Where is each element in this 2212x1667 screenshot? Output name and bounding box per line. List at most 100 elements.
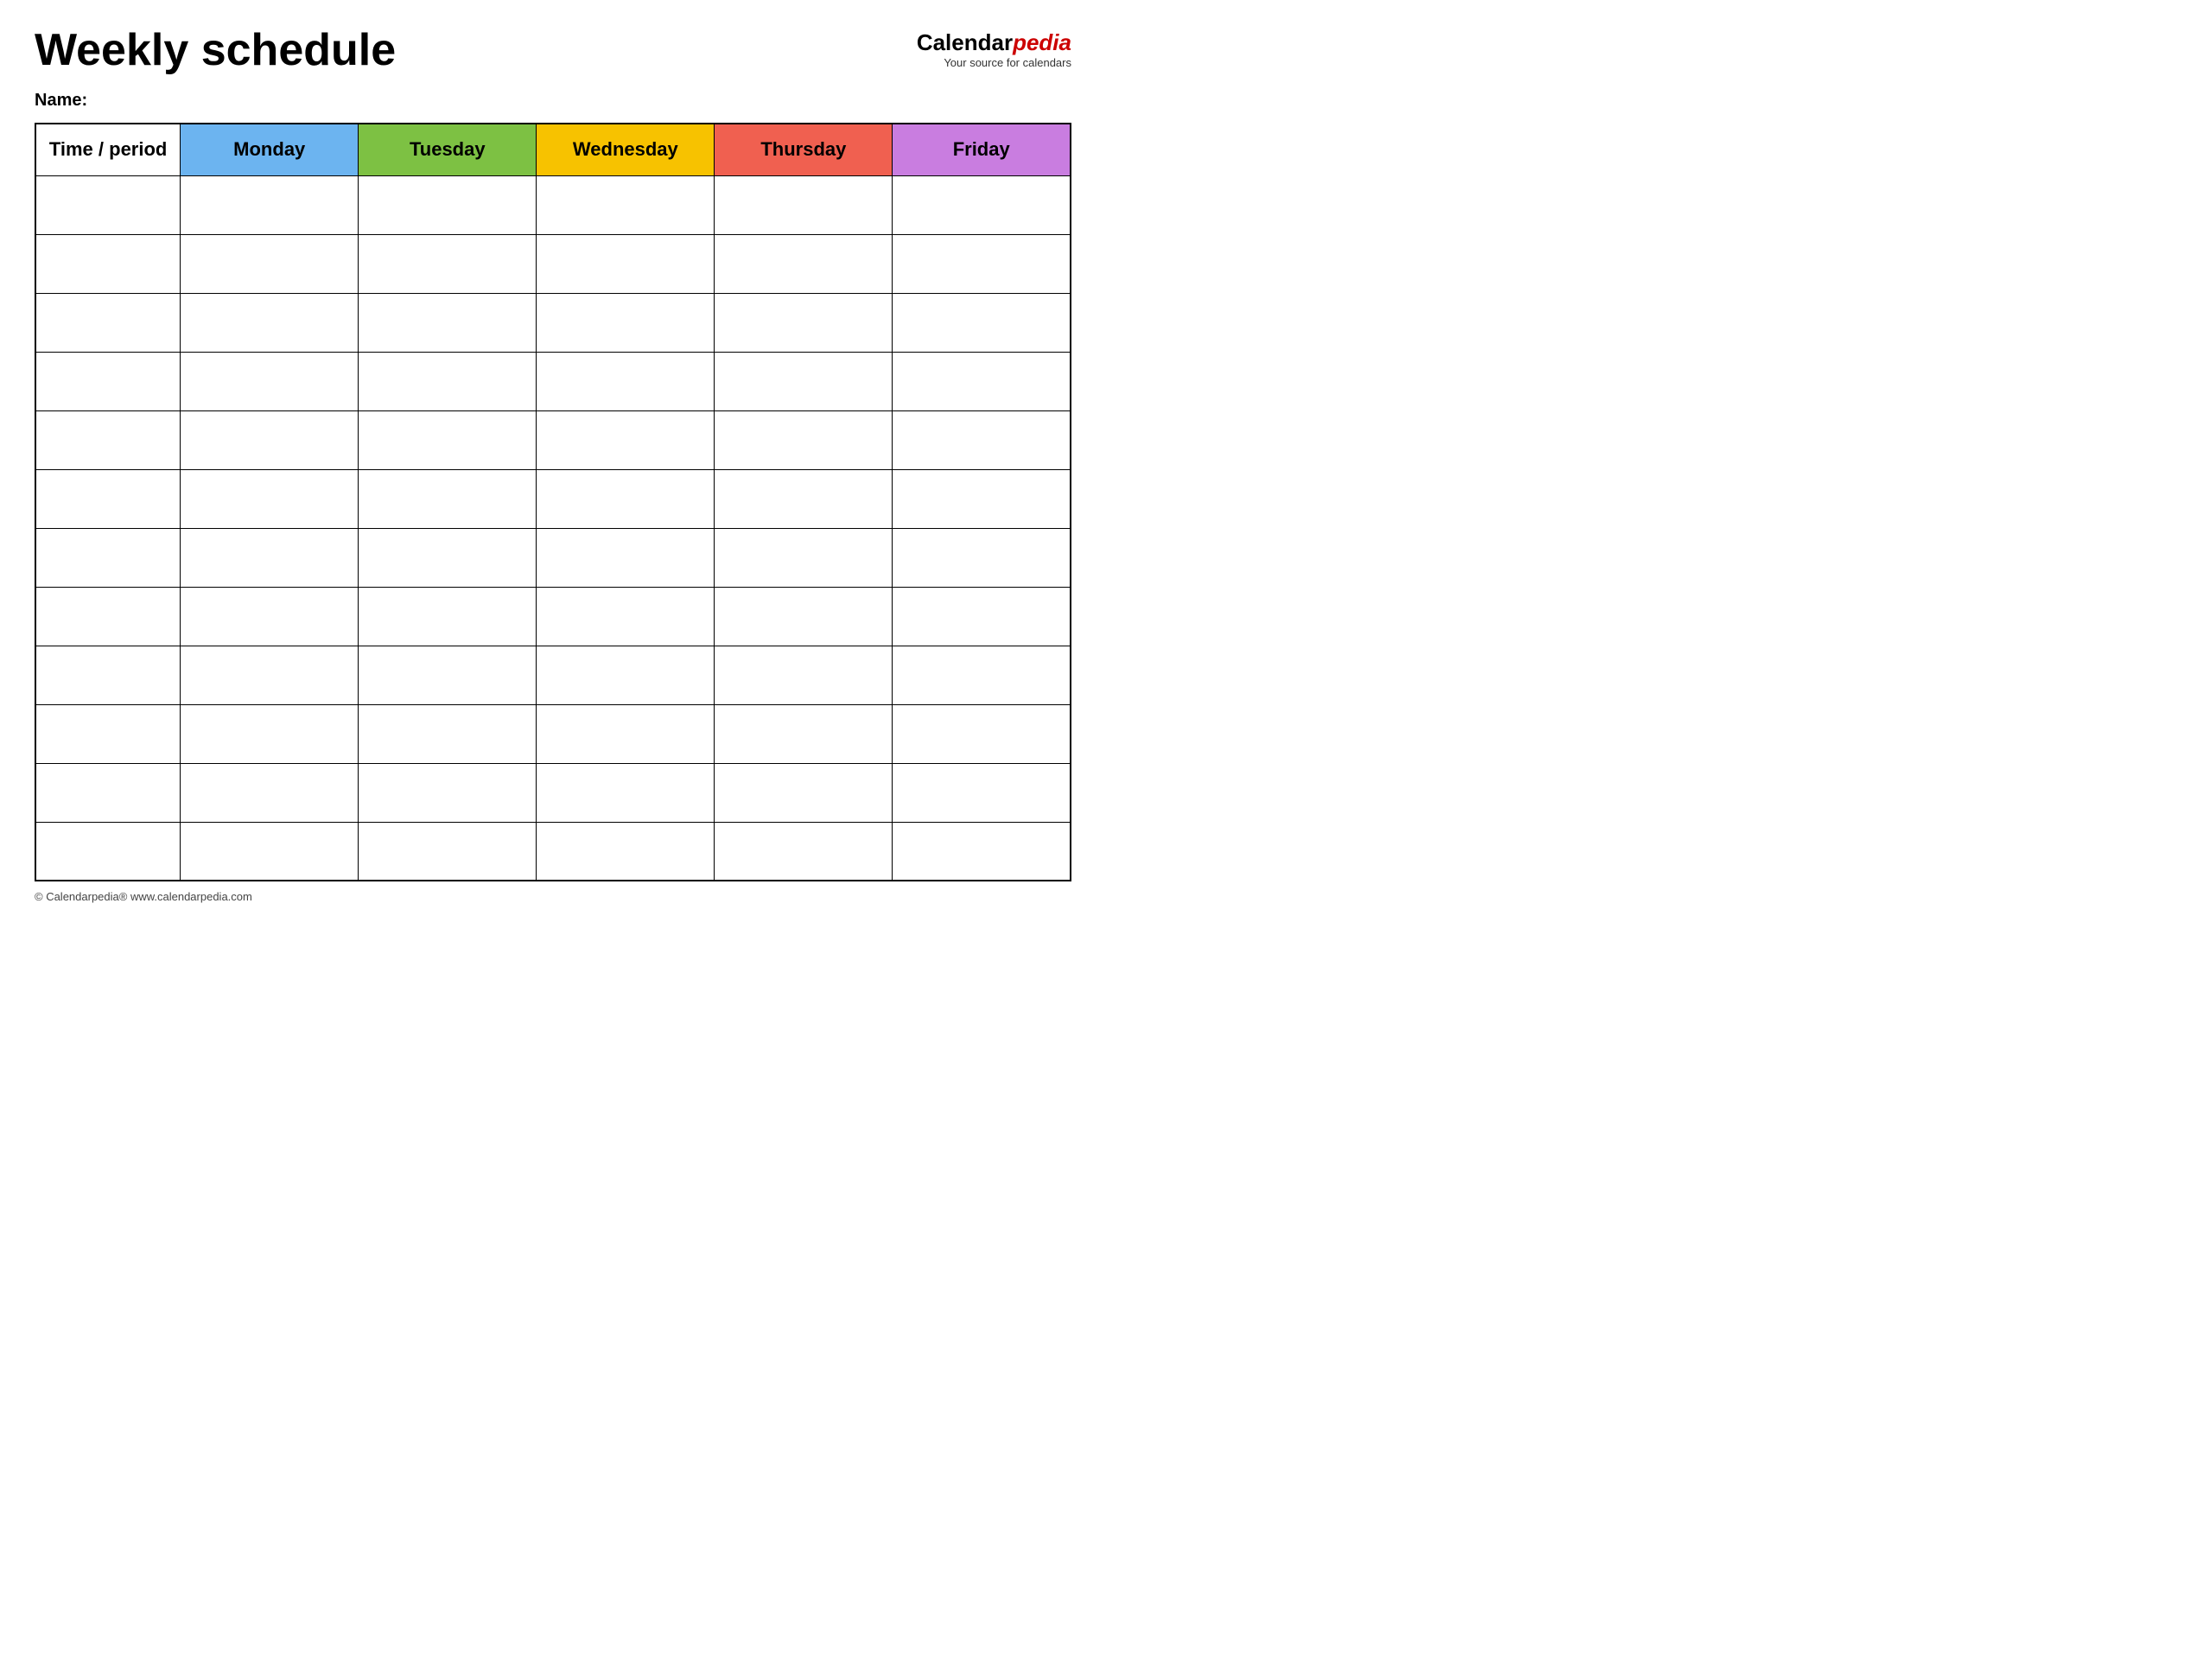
table-row [35, 410, 1071, 469]
table-cell[interactable] [35, 646, 181, 704]
table-cell[interactable] [359, 234, 537, 293]
table-cell[interactable] [893, 822, 1071, 881]
table-cell[interactable] [181, 763, 359, 822]
table-cell[interactable] [359, 293, 537, 352]
table-cell[interactable] [35, 704, 181, 763]
table-cell[interactable] [715, 704, 893, 763]
logo-container: Calendarpedia Your source for calendars [917, 29, 1071, 69]
table-cell[interactable] [537, 175, 715, 234]
table-cell[interactable] [893, 293, 1071, 352]
table-cell[interactable] [715, 646, 893, 704]
table-cell[interactable] [893, 175, 1071, 234]
table-cell[interactable] [35, 469, 181, 528]
table-cell[interactable] [715, 528, 893, 587]
table-cell[interactable] [359, 175, 537, 234]
table-cell[interactable] [181, 352, 359, 410]
table-cell[interactable] [537, 293, 715, 352]
page-header: Weekly schedule Calendarpedia Your sourc… [35, 26, 1071, 75]
table-cell[interactable] [181, 704, 359, 763]
table-row [35, 646, 1071, 704]
table-body [35, 175, 1071, 881]
footer: © Calendarpedia® www.calendarpedia.com [35, 890, 1071, 903]
table-cell[interactable] [181, 175, 359, 234]
table-cell[interactable] [715, 763, 893, 822]
table-cell[interactable] [181, 528, 359, 587]
table-row [35, 293, 1071, 352]
table-cell[interactable] [181, 293, 359, 352]
table-row [35, 822, 1071, 881]
header-tuesday: Tuesday [359, 124, 537, 175]
table-cell[interactable] [537, 704, 715, 763]
table-cell[interactable] [35, 234, 181, 293]
table-cell[interactable] [359, 469, 537, 528]
header-time: Time / period [35, 124, 181, 175]
table-cell[interactable] [537, 763, 715, 822]
table-cell[interactable] [893, 528, 1071, 587]
table-cell[interactable] [537, 469, 715, 528]
table-cell[interactable] [537, 352, 715, 410]
logo-calendar: Calendar [917, 29, 1013, 55]
table-cell[interactable] [893, 763, 1071, 822]
table-cell[interactable] [35, 293, 181, 352]
table-cell[interactable] [537, 410, 715, 469]
logo-tagline: Your source for calendars [917, 56, 1071, 69]
table-cell[interactable] [715, 293, 893, 352]
page-title: Weekly schedule [35, 26, 396, 75]
table-row [35, 763, 1071, 822]
logo-text: Calendarpedia [917, 29, 1071, 56]
table-cell[interactable] [715, 352, 893, 410]
table-cell[interactable] [893, 646, 1071, 704]
table-cell[interactable] [715, 410, 893, 469]
table-cell[interactable] [893, 587, 1071, 646]
table-cell[interactable] [359, 763, 537, 822]
table-cell[interactable] [893, 234, 1071, 293]
table-cell[interactable] [181, 469, 359, 528]
table-cell[interactable] [537, 234, 715, 293]
table-cell[interactable] [359, 704, 537, 763]
table-cell[interactable] [537, 528, 715, 587]
table-cell[interactable] [181, 587, 359, 646]
table-header-row: Time / period Monday Tuesday Wednesday T… [35, 124, 1071, 175]
table-cell[interactable] [715, 469, 893, 528]
header-thursday: Thursday [715, 124, 893, 175]
table-cell[interactable] [181, 410, 359, 469]
table-cell[interactable] [715, 822, 893, 881]
table-cell[interactable] [35, 410, 181, 469]
header-wednesday: Wednesday [537, 124, 715, 175]
table-cell[interactable] [35, 587, 181, 646]
table-cell[interactable] [893, 469, 1071, 528]
table-cell[interactable] [181, 646, 359, 704]
table-cell[interactable] [35, 528, 181, 587]
table-cell[interactable] [35, 822, 181, 881]
table-cell[interactable] [359, 410, 537, 469]
table-cell[interactable] [181, 234, 359, 293]
table-row [35, 175, 1071, 234]
table-cell[interactable] [359, 646, 537, 704]
table-row [35, 587, 1071, 646]
header-friday: Friday [893, 124, 1071, 175]
table-row [35, 234, 1071, 293]
table-cell[interactable] [359, 587, 537, 646]
table-cell[interactable] [35, 763, 181, 822]
table-cell[interactable] [715, 587, 893, 646]
table-row [35, 352, 1071, 410]
table-cell[interactable] [893, 410, 1071, 469]
table-cell[interactable] [893, 704, 1071, 763]
table-cell[interactable] [35, 175, 181, 234]
table-cell[interactable] [359, 822, 537, 881]
table-cell[interactable] [537, 822, 715, 881]
table-cell[interactable] [715, 234, 893, 293]
table-cell[interactable] [359, 352, 537, 410]
table-row [35, 704, 1071, 763]
table-cell[interactable] [537, 646, 715, 704]
table-cell[interactable] [537, 587, 715, 646]
schedule-table: Time / period Monday Tuesday Wednesday T… [35, 123, 1071, 881]
table-cell[interactable] [893, 352, 1071, 410]
table-cell[interactable] [359, 528, 537, 587]
table-cell[interactable] [181, 822, 359, 881]
table-cell[interactable] [715, 175, 893, 234]
logo-pedia: pedia [1013, 29, 1071, 55]
table-row [35, 469, 1071, 528]
table-row [35, 528, 1071, 587]
table-cell[interactable] [35, 352, 181, 410]
